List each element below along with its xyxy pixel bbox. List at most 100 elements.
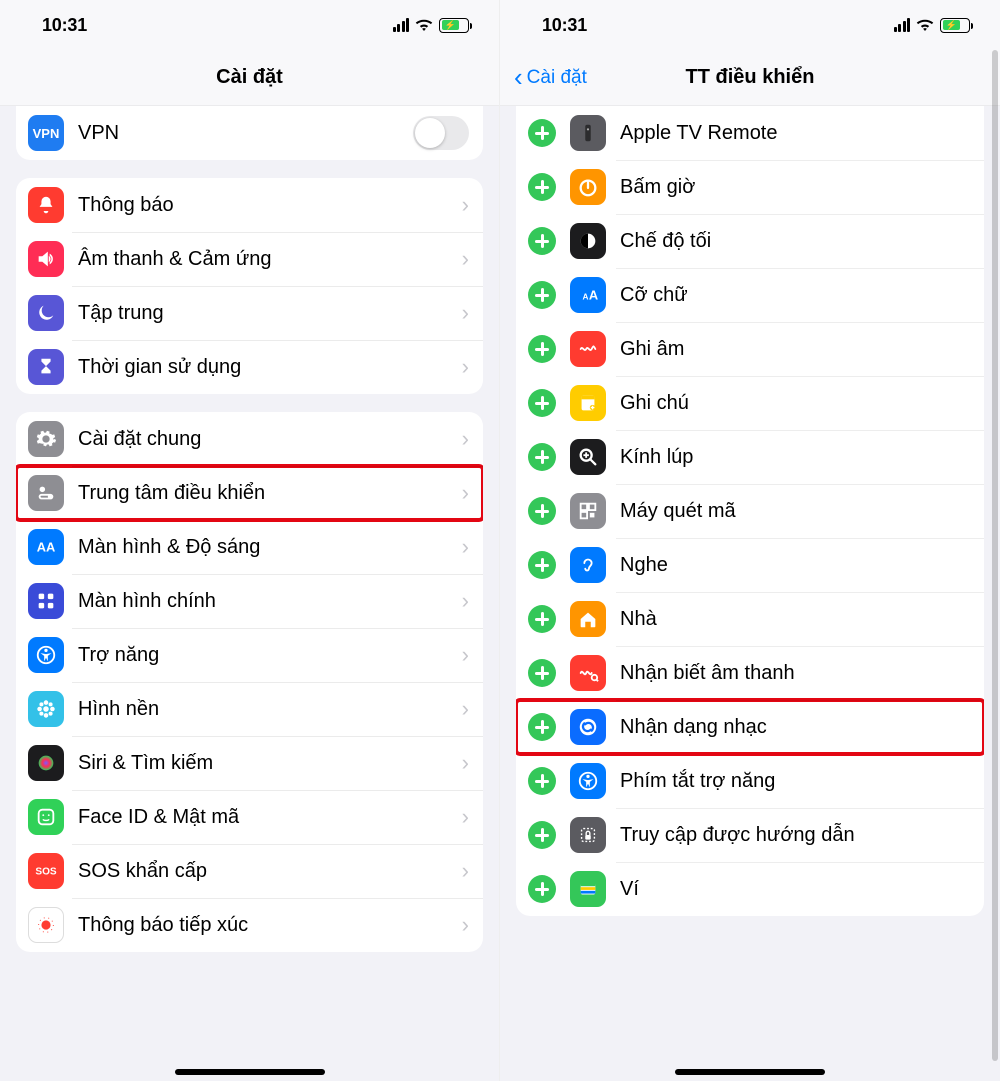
add-button[interactable] [528,713,556,741]
control-label: Nghe [620,554,970,577]
control-label: Bấm giờ [620,176,970,199]
accessibility-icon [570,763,606,799]
add-button[interactable] [528,659,556,687]
control-v-[interactable]: Ví [516,862,984,916]
control-nh-n-bi-t-m-thanh[interactable]: Nhận biết âm thanh [516,646,984,700]
chevron-left-icon: ‹ [514,64,523,90]
row-m-n-h-nh-s-ng[interactable]: AAMàn hình & Độ sáng› [16,520,483,574]
row-label: Tập trung [78,302,462,325]
control-k-nh-l-p[interactable]: Kính lúp [516,430,984,484]
control-label: Nhận biết âm thanh [620,662,970,685]
control-nh-n-d-ng-nh-c[interactable]: Nhận dạng nhạc [516,700,984,754]
settings-content[interactable]: VPN VPN Thông báo›Âm thanh & Cảm ứng›Tập… [0,106,499,992]
control-m-y-qu-t-m-[interactable]: Máy quét mã [516,484,984,538]
row-th-ng-b-o[interactable]: Thông báo› [16,178,483,232]
page-title: TT điều khiển [686,66,815,89]
add-button[interactable] [528,497,556,525]
magnifier-icon [570,439,606,475]
settings-screen: 10:31 ⚡ Cài đặt VPN VPN Thông báo›Âm tha… [0,0,500,1081]
add-button[interactable] [528,551,556,579]
home-icon [570,601,606,637]
row-face-id-m-t-m-[interactable]: Face ID & Mật mã› [16,790,483,844]
control-nh-[interactable]: Nhà [516,592,984,646]
control-nghe[interactable]: Nghe [516,538,984,592]
row-c-i-t-chung[interactable]: Cài đặt chung› [16,412,483,466]
row-siri-t-m-ki-m[interactable]: Siri & Tìm kiếm› [16,736,483,790]
settings-group-vpn: VPN VPN [16,106,483,160]
vpn-icon: VPN [28,115,64,151]
control-label: Ghi âm [620,338,970,361]
row-label: Âm thanh & Cảm ứng [78,248,462,271]
add-button[interactable] [528,875,556,903]
scrollbar[interactable] [992,50,998,1061]
gear-icon [28,421,64,457]
svg-text:A: A [583,293,589,302]
plus-icon [535,180,549,194]
row-h-nh-n-n[interactable]: Hình nền› [16,682,483,736]
hourglass-icon [28,349,64,385]
plus-icon [535,288,549,302]
add-button[interactable] [528,281,556,309]
status-indicators: ⚡ [393,18,470,33]
chevron-right-icon: › [462,426,469,452]
svg-text:A: A [589,288,598,303]
add-button[interactable] [528,821,556,849]
wallet-icon [570,871,606,907]
row-th-ng-b-o-ti-p-x-c[interactable]: Thông báo tiếp xúc› [16,898,483,952]
row-label: Thông báo [78,194,462,217]
row-t-p-trung[interactable]: Tập trung› [16,286,483,340]
plus-icon [535,774,549,788]
shazam-icon [570,709,606,745]
settings-group-3: Cài đặt chung›Trung tâm điều khiển›AAMàn… [16,412,483,952]
timer-icon [570,169,606,205]
row--m-thanh-c-m-ng[interactable]: Âm thanh & Cảm ứng› [16,232,483,286]
row-sos-kh-n-c-p[interactable]: SOSSOS khẩn cấp› [16,844,483,898]
add-button[interactable] [528,119,556,147]
nav-bar: Cài đặt [0,50,499,106]
notes-icon [570,385,606,421]
control-b-m-gi-[interactable]: Bấm giờ [516,160,984,214]
control-truy-c-p-c-h-ng-d-n[interactable]: Truy cập được hướng dẫn [516,808,984,862]
exposure-icon [28,907,64,943]
row-m-n-h-nh-ch-nh[interactable]: Màn hình chính› [16,574,483,628]
control-c-ch-[interactable]: AACỡ chữ [516,268,984,322]
chevron-right-icon: › [462,300,469,326]
plus-icon [535,558,549,572]
remote-icon [570,115,606,151]
vpn-toggle[interactable] [413,116,469,150]
page-title: Cài đặt [216,66,283,89]
back-label: Cài đặt [527,67,587,89]
control-label: Apple TV Remote [620,122,970,145]
add-button[interactable] [528,389,556,417]
control-ch-t-i[interactable]: Chế độ tối [516,214,984,268]
control-ph-m-t-t-tr-n-ng[interactable]: Phím tắt trợ năng [516,754,984,808]
chevron-right-icon: › [462,480,469,506]
ear-icon [570,547,606,583]
control-ghi-ch-[interactable]: Ghi chú [516,376,984,430]
control-label: Nhà [620,608,970,631]
row-tr-n-ng[interactable]: Trợ năng› [16,628,483,682]
battery-icon: ⚡ [439,18,469,33]
row-label: Trợ năng [78,644,462,667]
control-ghi-m[interactable]: Ghi âm [516,322,984,376]
add-button[interactable] [528,605,556,633]
row-label: Thông báo tiếp xúc [78,914,462,937]
plus-icon [535,612,549,626]
chevron-right-icon: › [462,534,469,560]
row-trung-t-m-i-u-khi-n[interactable]: Trung tâm điều khiển› [16,466,483,520]
control-label: Kính lúp [620,446,970,469]
home-indicator[interactable] [675,1069,825,1075]
control-apple-tv-remote[interactable]: Apple TV Remote [516,106,984,160]
control-label: Phím tắt trợ năng [620,770,970,793]
row-th-i-gian-s-d-ng[interactable]: Thời gian sử dụng› [16,340,483,394]
row-vpn[interactable]: VPN VPN [16,106,483,160]
add-button[interactable] [528,173,556,201]
moon-icon [28,295,64,331]
add-button[interactable] [528,443,556,471]
add-button[interactable] [528,335,556,363]
add-button[interactable] [528,227,556,255]
control-center-content[interactable]: Apple TV Remote Bấm giờ Chế độ tốiAACỡ chữ… [500,106,1000,956]
home-indicator[interactable] [175,1069,325,1075]
back-button[interactable]: ‹ Cài đặt [514,50,587,105]
add-button[interactable] [528,767,556,795]
